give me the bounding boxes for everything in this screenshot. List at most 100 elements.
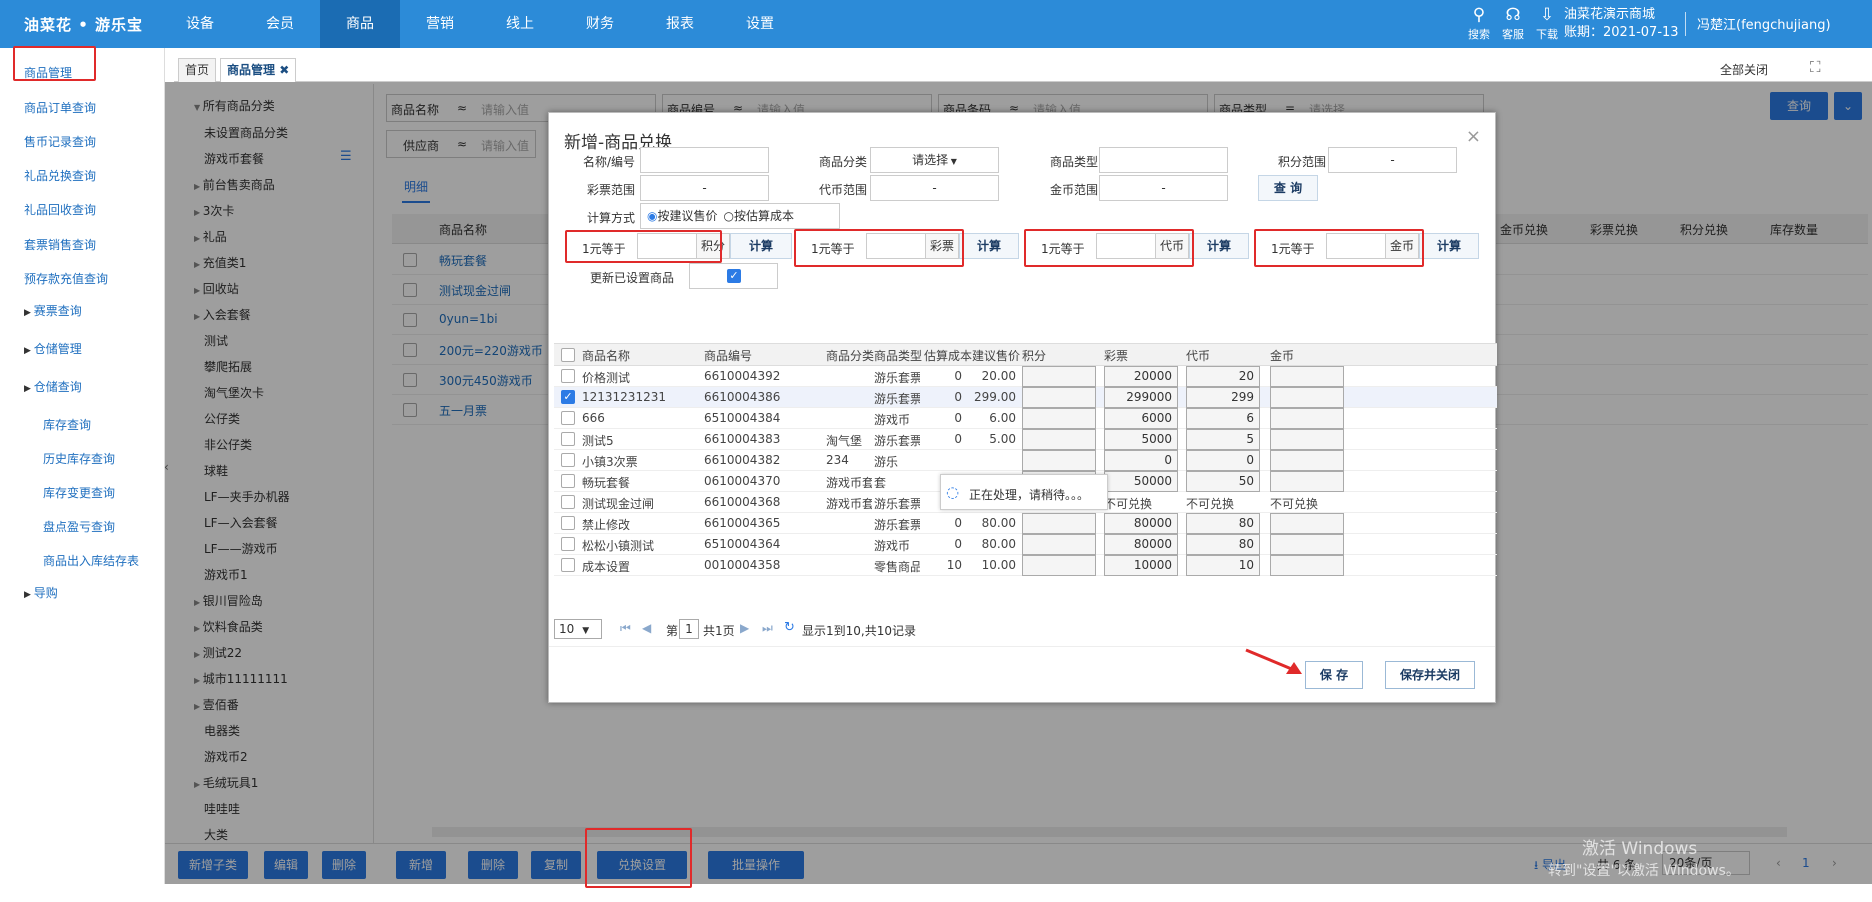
search-button[interactable]: ⚲ 搜索 [1462, 4, 1496, 42]
exchange-input-lot[interactable]: 80000 [1104, 534, 1178, 555]
row-checkbox[interactable] [561, 369, 575, 383]
exchange-input-lot[interactable]: 10000 [1104, 555, 1178, 576]
dialog-query-button[interactable]: 查 询 [1258, 175, 1318, 201]
nav-item[interactable]: 营销 [400, 0, 480, 48]
sidebar-subitem[interactable]: 库存变更查询 [43, 484, 115, 501]
sidebar-group[interactable]: ▶ 仓储管理 [24, 340, 82, 357]
sidebar-group[interactable]: ▶ 仓储查询 [24, 378, 82, 395]
row-checkbox[interactable] [561, 495, 575, 509]
exchange-input-coin[interactable] [1270, 471, 1344, 492]
row-checkbox[interactable] [561, 516, 575, 530]
points-range-input[interactable]: - [1328, 147, 1457, 173]
tab-home[interactable]: 首页 [178, 58, 217, 82]
sidebar-subitem[interactable]: 历史库存查询 [43, 450, 115, 467]
fullscreen-icon[interactable]: ⛶ [1810, 58, 1821, 76]
nav-item[interactable]: 线上 [480, 0, 560, 48]
download-button[interactable]: ⇩ 下载 [1530, 4, 1564, 42]
exchange-input-lot[interactable]: 20000 [1104, 366, 1178, 387]
exchange-input-coin[interactable] [1270, 555, 1344, 576]
last-page-icon[interactable]: ⏭ [762, 621, 773, 636]
row-checkbox[interactable]: ✓ [561, 390, 575, 404]
save-button[interactable]: 保 存 [1305, 661, 1363, 689]
exchange-input-pts[interactable] [1022, 555, 1096, 576]
exchange-input-pts[interactable] [1022, 387, 1096, 408]
sidebar-subitem[interactable]: 商品出入库结存表 [43, 552, 139, 569]
calc-button[interactable]: 计算 [959, 233, 1019, 259]
calc-button[interactable]: 计算 [1419, 233, 1479, 259]
row-checkbox[interactable] [561, 537, 575, 551]
prev-page-icon[interactable]: ◀ [642, 621, 651, 635]
lottery-range-input[interactable]: - [640, 175, 769, 201]
grid-row[interactable]: 价格测试 6610004392 游乐套票 0 20.00 20000 20 [554, 366, 1497, 387]
next-page-icon[interactable]: ▶ [740, 621, 749, 635]
nav-item[interactable]: 商品 [320, 0, 400, 48]
exchange-input-lot[interactable]: 5000 [1104, 429, 1178, 450]
update-checkbox[interactable]: ✓ [727, 269, 741, 283]
sidebar-item[interactable]: 预存款充值查询 [24, 270, 108, 287]
refresh-icon[interactable]: ↻ [784, 620, 795, 635]
exchange-input-tok[interactable]: 0 [1186, 450, 1260, 471]
exchange-input-tok[interactable]: 80 [1186, 534, 1260, 555]
token-range-input[interactable]: - [870, 175, 999, 201]
sidebar-item[interactable]: 售币记录查询 [24, 133, 96, 150]
nav-item[interactable]: 设备 [160, 0, 240, 48]
radio-checked-icon[interactable]: ◉ [647, 209, 657, 223]
tab-goods-management[interactable]: 商品管理 ✖ [220, 58, 297, 82]
text-input[interactable] [1099, 147, 1228, 173]
exchange-input-pts[interactable] [1022, 534, 1096, 555]
sidebar-group[interactable]: ▶ 导购 [24, 584, 58, 601]
exchange-input-coin[interactable] [1270, 408, 1344, 429]
exchange-input-coin[interactable] [1270, 450, 1344, 471]
sidebar-subitem[interactable]: 库存查询 [43, 416, 91, 433]
exchange-input-tok[interactable]: 299 [1186, 387, 1260, 408]
sidebar-item[interactable]: 礼品回收查询 [24, 201, 96, 218]
exchange-input-tok[interactable]: 6 [1186, 408, 1260, 429]
coin-range-input[interactable]: - [1099, 175, 1228, 201]
close-icon[interactable]: ✖ [279, 63, 289, 77]
support-button[interactable]: ☊ 客服 [1496, 4, 1530, 42]
row-checkbox[interactable] [561, 453, 575, 467]
exchange-input-lot[interactable]: 6000 [1104, 408, 1178, 429]
sidebar-item[interactable]: 商品订单查询 [24, 99, 96, 116]
text-input[interactable] [640, 147, 769, 173]
row-checkbox[interactable] [561, 558, 575, 572]
nav-item[interactable]: 财务 [560, 0, 640, 48]
grid-row[interactable]: 测试5 6610004383 淘气堡 游乐套票 0 5.00 5000 5 [554, 429, 1497, 450]
grid-row[interactable]: ✓ 12131231231 6610004386 游乐套票 0 299.00 299000 2… [554, 387, 1497, 408]
grid-row[interactable]: 松松小镇测试 6510004364 游戏币 0 80.00 80000 80 [554, 534, 1497, 555]
calc-button[interactable]: 计算 [730, 233, 792, 259]
exchange-input-coin[interactable] [1270, 513, 1344, 534]
exchange-input-tok[interactable]: 20 [1186, 366, 1260, 387]
grid-row[interactable]: 禁止修改 6610004365 游乐套票 0 80.00 80000 80 [554, 513, 1497, 534]
grid-row[interactable]: 666 6510004384 游戏币 0 6.00 6000 6 [554, 408, 1497, 429]
nav-item[interactable]: 会员 [240, 0, 320, 48]
row-checkbox[interactable] [561, 474, 575, 488]
exchange-input-coin[interactable] [1270, 429, 1344, 450]
user-name[interactable]: 冯楚江(fengchujiang) [1697, 14, 1831, 33]
exchange-input-pts[interactable] [1022, 450, 1096, 471]
exchange-input-pts[interactable] [1022, 408, 1096, 429]
save-and-close-button[interactable]: 保存并关闭 [1385, 661, 1475, 689]
sidebar-group[interactable]: ▶ 赛票查询 [24, 302, 82, 319]
exchange-input-tok[interactable]: 80 [1186, 513, 1260, 534]
page-input[interactable]: 1 [679, 619, 699, 639]
grid-row[interactable]: 成本设置 0010004358 零售商品 10 10.00 10000 10 [554, 555, 1497, 576]
close-all-button[interactable]: 全部关闭 [1720, 61, 1768, 78]
calc-button[interactable]: 计算 [1189, 233, 1249, 259]
select-all-checkbox[interactable] [561, 348, 575, 362]
exchange-input-pts[interactable] [1022, 366, 1096, 387]
sidebar-subitem[interactable]: 盘点盈亏查询 [43, 518, 115, 535]
first-page-icon[interactable]: ⏮ [620, 621, 631, 636]
sidebar-item[interactable]: 礼品兑换查询 [24, 167, 96, 184]
exchange-input-pts[interactable] [1022, 429, 1096, 450]
radio-unchecked-icon[interactable]: ○ [724, 209, 734, 223]
grid-row[interactable]: 小镇3次票 6610004382 234 游乐 0 0 [554, 450, 1497, 471]
exchange-input-lot[interactable]: 0 [1104, 450, 1178, 471]
exchange-input-tok[interactable]: 10 [1186, 555, 1260, 576]
exchange-input-coin[interactable] [1270, 534, 1344, 555]
exchange-input-coin[interactable] [1270, 366, 1344, 387]
nav-item[interactable]: 设置 [720, 0, 800, 48]
row-checkbox[interactable] [561, 411, 575, 425]
exchange-input-tok[interactable]: 50 [1186, 471, 1260, 492]
exchange-input-tok[interactable]: 5 [1186, 429, 1260, 450]
